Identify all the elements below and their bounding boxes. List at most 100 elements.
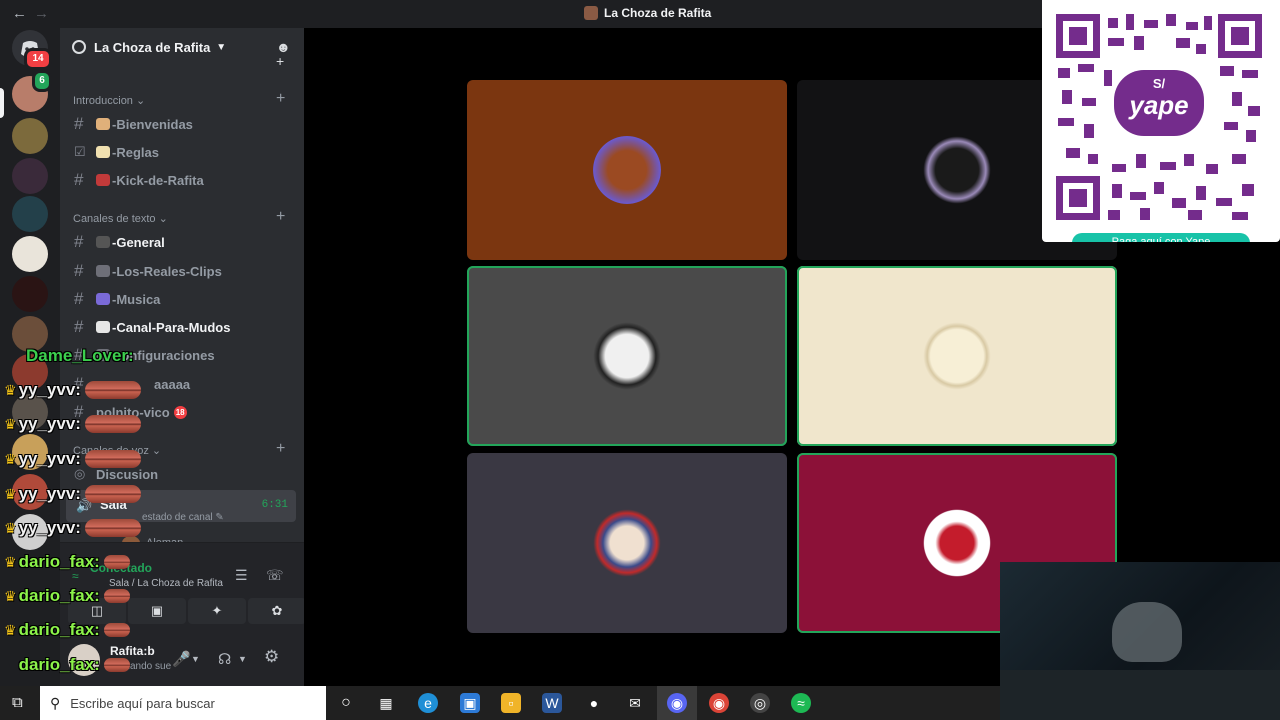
dm-avatar[interactable]: 6 [12,70,52,112]
xbox-icon[interactable]: ● [584,693,604,713]
server-icon-4[interactable] [12,276,48,312]
emote-icon [103,589,130,603]
participant-tile-speaking[interactable] [797,266,1117,446]
channel-general[interactable]: # -General [74,229,296,255]
participant-tile[interactable] [467,80,787,260]
search-icon: ⚲ [50,694,61,711]
memo-emoji-icon [96,146,110,158]
channel-reglas[interactable]: ☑ -Reglas [74,139,296,165]
participant-tile-speaking[interactable] [467,266,787,446]
server-badge-icon [72,40,86,54]
participant-avatar [923,322,991,390]
chat-message: ♛ yy_yvv: [4,483,141,505]
gear-icon[interactable]: ⚙ [264,647,279,667]
channel-canal-para-mudos[interactable]: # -Canal-Para-Mudos [74,314,296,340]
category-introduccion[interactable]: Introduccion ⌄ [73,94,145,107]
noise-suppression-icon[interactable]: ☰ [235,567,248,584]
add-channel-icon[interactable]: + [276,208,285,226]
chevron-down-icon[interactable]: ▼ [238,654,247,664]
activities-button[interactable]: ✦ [188,598,246,624]
emote-icon [84,450,141,468]
server-icon-la-choza[interactable] [12,236,48,272]
emote-icon [84,381,141,399]
crown-icon: ♛ [4,450,17,467]
channel-bienvenidas[interactable]: # -Bienvenidas [74,111,296,137]
camera-emoji-icon [96,265,110,277]
chat-message: ♛dario_fax: [4,585,130,607]
category-canales-de-texto[interactable]: Canales de texto ⌄ [73,212,168,225]
hand-figure [1112,602,1182,662]
server-name: La Choza de Rafita [94,39,211,55]
selected-indicator [0,88,4,118]
chat-message: Dame_Lover: [26,346,134,365]
mail-icon[interactable]: ✉ [625,693,645,713]
disconnect-icon[interactable]: ☏ [266,567,284,584]
crown-icon: ♛ [4,381,17,398]
windows-start-icon[interactable]: ⧉ [12,695,28,711]
channel-musica[interactable]: # -Musica [74,286,296,312]
hash-icon: # [74,170,84,189]
hash-icon: # [74,114,84,133]
rules-check-icon: ☑ [74,144,86,159]
obs-icon[interactable]: ◎ [750,693,770,713]
wave-emoji-icon [96,118,110,130]
server-thumbnail-icon [584,6,598,20]
discord-home-icon[interactable]: 14 [12,30,52,70]
emote-icon [103,555,130,569]
taskbar-search[interactable]: ⚲ Escribe aquí para buscar [40,686,326,720]
window-title-text: La Choza de Rafita [604,6,712,20]
edge-icon[interactable]: e [418,693,438,713]
yape-caption: Paga aquí con Yape [1072,233,1250,242]
emote-icon [103,623,130,637]
emote-icon [84,519,141,537]
discord-taskbar-icon[interactable]: ◉ [667,693,687,713]
add-channel-icon[interactable]: + [276,90,285,108]
server-icon-3[interactable] [12,196,48,232]
hash-icon: # [74,232,84,251]
chevron-down-icon: ▼ [216,41,227,53]
word-icon[interactable]: W [542,693,562,713]
participant-tile[interactable] [467,453,787,633]
crown-icon: ♛ [4,485,17,502]
chat-message: ♛ yy_yvv: [4,517,141,539]
hash-icon: # [74,261,84,280]
participant-avatar [593,136,661,204]
crown-icon: ♛ [4,587,17,604]
headphones-icon[interactable]: ☊ [218,650,231,668]
discord-window: ← → La Choza de Rafita 14 6 La Choza de … [0,0,1280,720]
chat-message: ♛ yy_yvv: [4,413,141,435]
search-placeholder: Escribe aquí para buscar [70,695,215,711]
soundboard-button[interactable]: ✿ [248,598,306,624]
chat-message: ♛dario_fax: [4,551,130,573]
channel-kick-de-rafita[interactable]: # -Kick-de-Rafita [74,167,296,193]
spotify-icon[interactable]: ≈ [791,693,811,713]
emote-icon [84,415,141,433]
store-icon[interactable]: ▣ [460,693,480,713]
server-icon-1[interactable] [12,118,48,154]
chat-message: ♛ yy_yvv: [4,379,141,401]
cortana-icon[interactable]: ○ [336,693,356,713]
chat-message: ♛dario_fax: [4,619,130,641]
stream-chat-overlay: Dame_Lover: ♛ yy_yvv: ♛ yy_yvv: ♛ yy_yvv: ♛… [0,345,160,685]
mention-badge: 14 [24,48,52,70]
desk-surface [1000,670,1280,720]
file-explorer-icon[interactable]: ▫ [501,693,521,713]
back-arrow-icon[interactable]: ← [12,5,27,22]
forward-arrow-icon[interactable]: → [34,5,49,22]
general-emoji-icon [96,236,110,248]
add-channel-icon[interactable]: + [276,440,285,458]
microphone-icon[interactable]: 🎤 [172,650,191,668]
crown-icon: ♛ [4,519,17,536]
invite-user-icon[interactable]: ☻+ [276,40,292,68]
hash-icon: # [74,289,84,308]
server-icon-2[interactable] [12,158,48,194]
chrome-icon[interactable]: ◉ [709,693,729,713]
participant-avatar [923,136,991,204]
chevron-down-icon[interactable]: ▼ [191,654,200,664]
task-view-icon[interactable]: ▦ [376,693,396,713]
crown-icon: ♛ [4,621,17,638]
emote-icon [103,658,130,672]
channel-los-reales-clips[interactable]: # -Los-Reales-Clips [74,258,296,284]
server-header[interactable]: La Choza de Rafita ▼ [60,28,304,66]
music-emoji-icon [96,293,110,305]
